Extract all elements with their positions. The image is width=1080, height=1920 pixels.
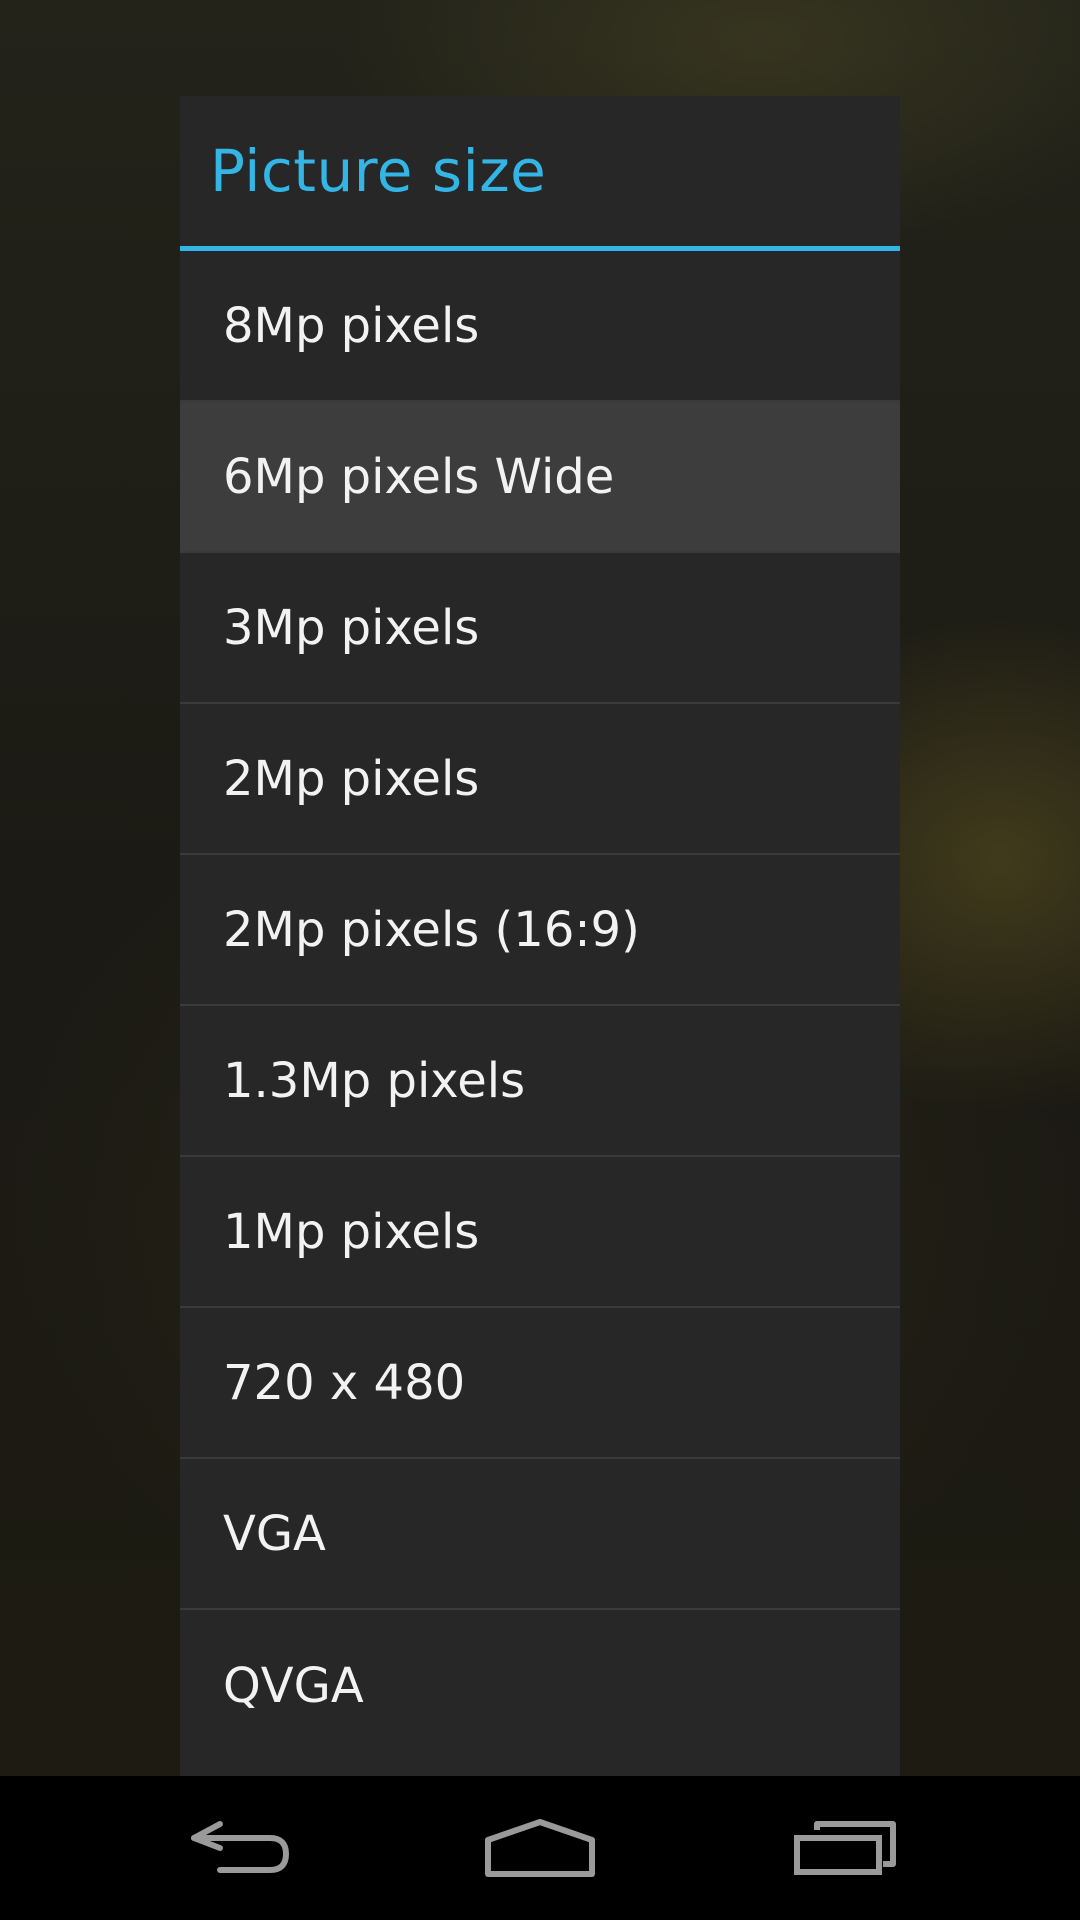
option-1-3mp[interactable]: 1.3Mp pixels [180,1006,900,1157]
option-label: VGA [223,1505,326,1562]
option-label: 6Mp pixels Wide [223,448,615,505]
option-qvga[interactable]: QVGA [180,1610,900,1761]
option-3mp[interactable]: 3Mp pixels [180,553,900,704]
option-1mp[interactable]: 1Mp pixels [180,1157,900,1308]
option-label: 8Mp pixels [223,297,480,354]
home-button[interactable] [470,1798,610,1898]
picture-size-options: 8Mp pixels 6Mp pixels Wide 3Mp pixels 2M… [180,251,900,1761]
recent-apps-button[interactable] [775,1798,915,1898]
recent-apps-icon [794,1821,896,1875]
option-8mp[interactable]: 8Mp pixels [180,251,900,402]
back-icon [191,1821,290,1873]
option-2mp[interactable]: 2Mp pixels [180,704,900,855]
picture-size-dialog: Picture size 8Mp pixels 6Mp pixels Wide … [180,96,900,1776]
home-icon [485,1819,595,1877]
dialog-header: Picture size [180,96,900,246]
option-vga[interactable]: VGA [180,1459,900,1610]
option-label: 2Mp pixels (16:9) [223,901,640,958]
back-button[interactable] [170,1798,310,1898]
option-label: 720 x 480 [223,1354,466,1411]
option-label: QVGA [223,1657,364,1714]
option-label: 1Mp pixels [223,1203,480,1260]
option-6mp-wide[interactable]: 6Mp pixels Wide [180,402,900,553]
option-2mp-16-9[interactable]: 2Mp pixels (16:9) [180,855,900,1006]
option-label: 1.3Mp pixels [223,1052,526,1109]
option-720x480[interactable]: 720 x 480 [180,1308,900,1459]
option-label: 3Mp pixels [223,599,480,656]
navigation-bar [0,1776,1080,1920]
dialog-title: Picture size [210,137,547,205]
option-label: 2Mp pixels [223,750,480,807]
